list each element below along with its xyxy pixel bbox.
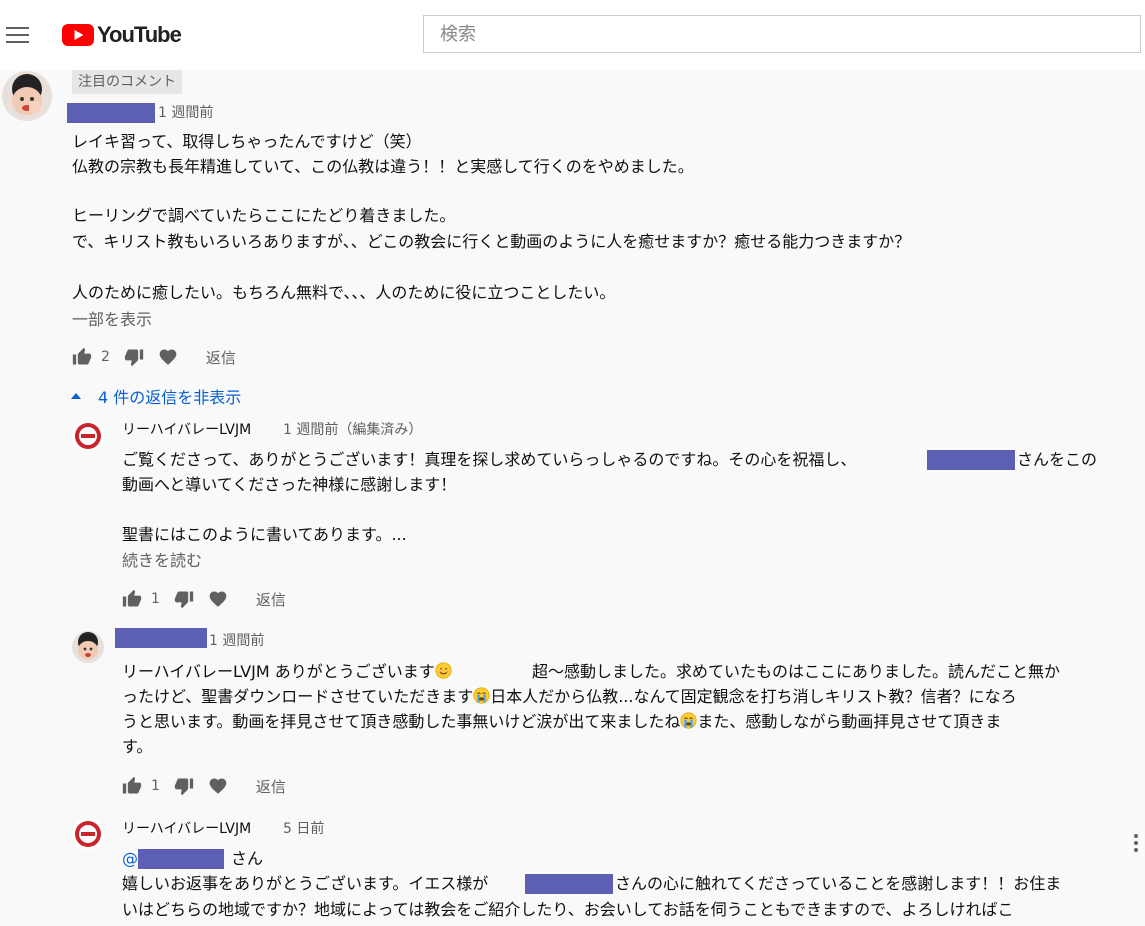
reply-author[interactable]: リーハイバレーLVJM bbox=[122, 819, 251, 839]
reply-author[interactable]: リーハイバレーLVJM bbox=[122, 420, 251, 440]
redacted-username bbox=[67, 103, 155, 123]
youtube-play-icon bbox=[62, 24, 94, 46]
like-count: 2 bbox=[101, 349, 110, 365]
show-more-link[interactable]: 一部を表示 bbox=[72, 308, 152, 332]
comment-time[interactable]: 1 週間前 bbox=[158, 103, 213, 123]
comment-text-line: で、キリスト教もいろいろありますが、、どこの教会に行くと動画のように人を癒せます… bbox=[72, 232, 911, 251]
mention-suffix: さん bbox=[231, 849, 264, 868]
reply-text-line: 聖書にはこのように書いてあります。... bbox=[122, 525, 407, 544]
read-more-link[interactable]: 続きを読む bbox=[122, 549, 202, 573]
hide-replies-label: 4 件の返信を非表示 bbox=[98, 388, 242, 407]
crying-face-emoji-icon bbox=[473, 687, 490, 704]
comment-text-line: レイキ習って、取得しちゃったんですけど（笑） bbox=[72, 132, 422, 151]
reply-text-line: す。 bbox=[122, 737, 153, 756]
reply-text-segment: ったけど、聖書ダウンロードさせていただきます bbox=[122, 687, 474, 706]
comment-text-line: 人のために癒したい。もちろん無料で、、、人のために役に立つことしたい。 bbox=[72, 283, 616, 302]
reply-text-line: ご覧くださって、ありがとうございます！真理を探し求めていらっしゃるのですね。その… bbox=[122, 450, 857, 469]
comment-text-line: 仏教の宗教も長年精進していて、この仏教は違う！！と実感して行くのをやめました。 bbox=[72, 157, 694, 176]
thumbs-up-icon[interactable] bbox=[122, 589, 142, 609]
pinned-comment-badge: 注目のコメント bbox=[72, 70, 182, 94]
heart-icon[interactable] bbox=[208, 776, 228, 796]
reply-button[interactable]: 返信 bbox=[256, 776, 286, 797]
search-input[interactable] bbox=[424, 16, 1140, 52]
reply-time[interactable]: 1 週間前（編集済み） bbox=[283, 420, 422, 440]
reply-text-segment: リーハイバレーLVJM ありがとうございます bbox=[122, 662, 435, 681]
reply-text-line: ったけど、聖書ダウンロードさせていただきます 日本人だから仏教...なんて固定観念… bbox=[122, 685, 1017, 709]
menu-icon[interactable] bbox=[6, 27, 29, 43]
redacted-username bbox=[525, 874, 613, 894]
reply-button[interactable]: 返信 bbox=[206, 347, 236, 368]
redacted-username bbox=[138, 849, 224, 869]
reply-button[interactable]: 返信 bbox=[256, 589, 286, 610]
hide-replies-button[interactable]: 4 件の返信を非表示 bbox=[70, 384, 241, 408]
channel-avatar[interactable] bbox=[72, 818, 104, 850]
reply-time[interactable]: 1 週間前 bbox=[209, 631, 264, 651]
avatar[interactable] bbox=[72, 631, 104, 663]
thumbs-down-icon[interactable] bbox=[174, 589, 194, 609]
reply-text-line: 嬉しいお返事をありがとうございます。イエス様が bbox=[122, 874, 489, 893]
like-count: 1 bbox=[151, 778, 160, 794]
chevron-up-icon bbox=[71, 393, 81, 399]
reply-text-line: 超〜感動しました。求めていたものはここにありました。読んだこと無か bbox=[532, 662, 1061, 681]
like-count: 1 bbox=[151, 591, 160, 607]
thumbs-down-icon[interactable] bbox=[174, 776, 194, 796]
more-actions-icon[interactable] bbox=[1134, 834, 1140, 854]
reply-text-segment: 日本人だから仏教...なんて固定観念を打ち消しキリスト教？信者？になろ bbox=[490, 687, 1017, 706]
crying-face-emoji-icon bbox=[680, 712, 697, 729]
comment-text-line: ヒーリングで調べていたらここにたどり着きました。 bbox=[72, 206, 456, 225]
reply-text-line: 動画へと導いてくださった神様に感謝します！ bbox=[122, 475, 457, 494]
reply-time[interactable]: 5 日前 bbox=[283, 819, 324, 839]
reply-text-line: さんの心に触れてくださっていることを感謝します！！お住ま bbox=[615, 874, 1062, 893]
reply-text-segment: うと思います。動画を拝見させて頂き感動した事無いけど涙が出て来ましたね bbox=[122, 712, 681, 731]
mention-link[interactable]: @ bbox=[122, 847, 138, 871]
reply-text-line: さんをこの bbox=[1017, 450, 1098, 469]
redacted-username bbox=[115, 628, 207, 648]
reply-text-line: リーハイバレーLVJM ありがとうございます bbox=[122, 660, 452, 684]
top-bar: YouTube bbox=[0, 0, 1145, 70]
reply-text-segment: また、感動しながら動画拝見させて頂きま bbox=[697, 712, 1002, 731]
heart-icon[interactable] bbox=[158, 347, 178, 367]
youtube-logo[interactable]: YouTube bbox=[62, 22, 182, 47]
heart-icon[interactable] bbox=[208, 589, 228, 609]
thumbs-up-icon[interactable] bbox=[122, 776, 142, 796]
channel-avatar[interactable] bbox=[72, 420, 104, 452]
search-box[interactable] bbox=[423, 15, 1141, 53]
reply-text-line: うと思います。動画を拝見させて頂き感動した事無いけど涙が出て来ましたね また、感動… bbox=[122, 710, 1001, 734]
logo-text: YouTube bbox=[97, 22, 182, 47]
reply-text-line: いはどちらの地域ですか？地域によっては教会をご紹介したり、お会いしてお話を伺うこ… bbox=[122, 900, 1014, 919]
thumbs-up-icon[interactable] bbox=[72, 347, 92, 367]
reply-actions: 1 返信 bbox=[122, 774, 286, 798]
comment-actions: 2 返信 bbox=[72, 345, 236, 369]
thumbs-down-icon[interactable] bbox=[124, 347, 144, 367]
avatar[interactable] bbox=[2, 71, 52, 121]
redacted-username bbox=[927, 450, 1015, 470]
smiling-face-emoji-icon bbox=[435, 662, 452, 679]
reply-actions: 1 返信 bbox=[122, 587, 286, 611]
